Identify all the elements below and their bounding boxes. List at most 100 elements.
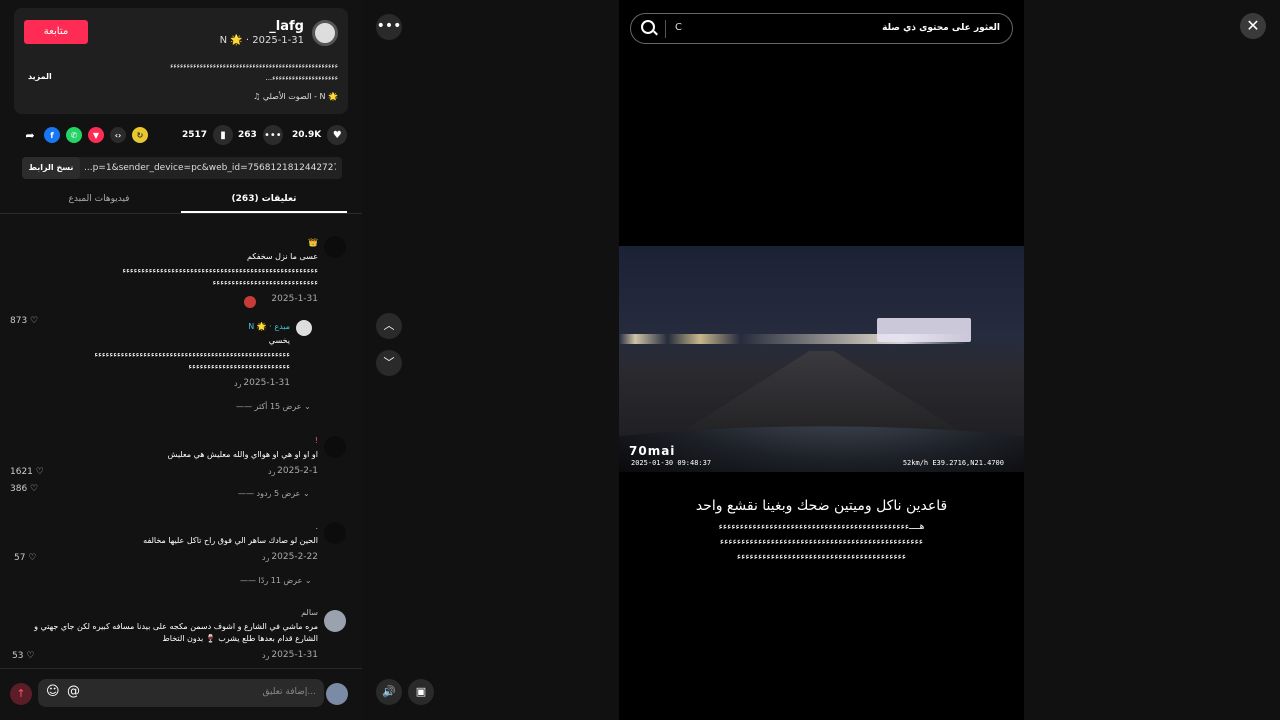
reply-button[interactable]: رد [234, 379, 241, 388]
comment-text: الشارع قدام بعدها طلع يشرب 🍷 بدون التخاط [162, 634, 318, 643]
details-panel: متابعة _lafg N 🌟 · 2025-1-31 ءءءءءءءءءءء… [0, 0, 362, 720]
reply-date: 2025-1-31 [243, 378, 290, 388]
emoji-icon[interactable]: ☺ [46, 684, 60, 699]
comment-composer: ↑ ☺ @ إضافة تعليق... [0, 668, 362, 720]
close-icon[interactable]: ✕ [1240, 13, 1266, 39]
comment-item: . الحين لو صادك ساهر الي فوق راح تاكل عل… [0, 522, 362, 582]
dashcam-speed-coords: 52km/h E39.2716,N21.4700 [902, 459, 1004, 467]
copy-link-button[interactable]: نسخ الرابط [22, 157, 80, 179]
reply-author[interactable]: N 🌟 · مبدع [248, 322, 290, 331]
search-divider [665, 20, 666, 38]
commenter-name[interactable]: ! [315, 436, 318, 445]
comment-input[interactable]: ☺ @ إضافة تعليق... [38, 679, 324, 707]
view-more-label: عرض 11 ردًا [258, 576, 303, 585]
comment-item: 👑 عسى ما نزل سخفكم ءءءءءءءءءءءءءءءءءءءءء… [0, 236, 362, 326]
comment-text: عسى ما نزل سخفكم [246, 252, 318, 261]
reply-button[interactable]: رد [268, 467, 275, 476]
mention-icon[interactable]: @ [67, 684, 80, 699]
next-video-button[interactable]: ﹀ [376, 350, 402, 376]
heart-icon[interactable]: ♥ [327, 125, 348, 145]
facebook-icon[interactable]: f [44, 127, 60, 143]
bookmark-count: 2517 [182, 130, 208, 140]
reply-text: ءءءءءءءءءءءءءءءءءءءءءءءءءءء [188, 362, 291, 371]
search-input[interactable]: C [675, 22, 682, 33]
search-placeholder: العثور على محتوى ذي صلة [882, 23, 1000, 33]
tab-comments[interactable]: تعليقات (263) [181, 189, 347, 213]
follow-button[interactable]: متابعة [24, 20, 88, 44]
like-action[interactable]: 20.9K ♥ [292, 124, 348, 146]
view-more-replies[interactable]: —— عرض 11 ردًا ⌄ [240, 576, 312, 585]
dashcam-timestamp: 2025-01-30 09:48:37 [631, 459, 712, 467]
reply-button[interactable]: رد [262, 553, 269, 562]
comment-text: او او او هي او هوااي والله معليش هي معلي… [167, 450, 318, 459]
comment-date: 2025-1-31 [271, 650, 318, 660]
volume-icon[interactable]: 🔊 [376, 679, 402, 705]
repost-icon[interactable]: ↻ [132, 127, 148, 143]
video-frame[interactable]: 70mai 2025-01-30 09:48:37 52km/h E39.271… [619, 246, 1024, 472]
overlay-title: قاعدين ناكل وميتين ضحك وبغينا نقشع واحد [695, 498, 948, 514]
view-more-label: عرض 15 أكثر [254, 402, 302, 411]
commenter-name[interactable]: سالم [301, 608, 318, 617]
commenter-avatar[interactable] [324, 236, 346, 258]
bookmark-action[interactable]: 2517 ▮ [182, 124, 234, 146]
comment-likes: 57 [14, 553, 26, 563]
comment-action[interactable]: 263 ••• [238, 124, 283, 146]
comment-date: 2025-2-1 [277, 466, 318, 476]
comment-like-count[interactable]: 57 ♡ [14, 553, 36, 563]
more-options-button[interactable]: ••• [376, 14, 402, 40]
dashcam-brand: 70mai [629, 444, 676, 458]
commenter-avatar[interactable] [324, 522, 346, 544]
comment-like-count[interactable]: 1621 ♡ [10, 467, 44, 477]
commenter-name[interactable]: 👑 [308, 238, 318, 247]
original-sound-link[interactable]: ♫ الصوت الأصلي - N 🌟 [253, 92, 338, 101]
comment-list: 👑 عسى ما نزل سخفكم ءءءءءءءءءءءءءءءءءءءءء… [0, 216, 362, 668]
reply-item: N 🌟 · مبدع يخسي ءءءءءءءءءءءءءءءءءءءءءءءء… [0, 320, 362, 494]
previous-video-button[interactable]: ︿ [376, 313, 402, 339]
whatsapp-icon[interactable]: ✆ [66, 127, 82, 143]
panel-tabs: فيديوهات المبدع تعليقات (263) [0, 189, 362, 214]
comment-likes: 53 [12, 651, 24, 661]
lit-building [877, 318, 971, 342]
reply-button[interactable]: رد [262, 651, 269, 660]
comment-icon[interactable]: ••• [262, 125, 283, 145]
creator-avatar[interactable] [312, 20, 338, 46]
commenter-avatar[interactable] [324, 436, 346, 458]
comment-count: 263 [238, 130, 257, 140]
view-more-label: عرض 5 ردود [256, 489, 301, 498]
caption-line: ءءءءءءءءءءءءءءءءءءءءءءءءءءءءءءءءءءءءءءءء… [170, 62, 338, 70]
share-url[interactable]: ...p=1&sender_device=pc&web_id=756812181… [84, 157, 336, 179]
commenter-name[interactable]: . [315, 522, 318, 531]
comment-text: ءءءءءءءءءءءءءءءءءءءءءءءءءءءء [212, 278, 319, 287]
user-avatar[interactable] [326, 683, 348, 705]
share-arrow-icon[interactable]: ➦ [22, 127, 38, 143]
related-search-bar[interactable]: C العثور على محتوى ذي صلة [630, 13, 1013, 44]
share-link-row: نسخ الرابط ...p=1&sender_device=pc&web_i… [22, 157, 342, 179]
caption-line: ...ءءءءءءءءءءءءءءءءءءءء [265, 74, 338, 82]
search-icon[interactable] [641, 20, 655, 34]
creator-liked-badge-icon [244, 296, 256, 308]
video-caption: ءءءءءءءءءءءءءءءءءءءءءءءءءءءءءءءءءءءءءءءء… [24, 60, 338, 84]
bookmark-icon[interactable]: ▮ [213, 125, 234, 145]
video-text-overlay: قاعدين ناكل وميتين ضحك وبغينا نقشع واحد … [630, 498, 1013, 565]
see-more-link[interactable]: المزيد [28, 72, 52, 81]
comment-item: سالم مره ماشي في الشارع و اشوف دسمن مكجه… [0, 608, 362, 668]
overlay-line: ءءءءءءءءءءءءءءءءءءءءءءءءءءءءءءءءءءءءءءءء [736, 552, 907, 562]
embed-icon[interactable]: ‹› [110, 127, 126, 143]
creator-meta: N 🌟 · 2025-1-31 [219, 35, 304, 46]
send-to-friend-icon[interactable]: ▼ [88, 127, 104, 143]
reply-avatar[interactable] [296, 320, 312, 336]
share-icons: ➦ f ✆ ▼ ‹› ↻ [22, 124, 148, 146]
send-comment-button[interactable]: ↑ [10, 683, 32, 705]
creator-name[interactable]: _lafg [269, 19, 304, 34]
view-more-replies[interactable]: —— عرض 5 ردود ⌄ [238, 489, 310, 498]
comment-text: الحين لو صادك ساهر الي فوق راح تاكل عليه… [143, 536, 318, 545]
comment-date: 2025-2-22 [271, 552, 318, 562]
tab-creator-videos[interactable]: فيديوهات المبدع [16, 189, 182, 213]
comment-like-count[interactable]: 53 ♡ [12, 651, 34, 661]
view-more-replies[interactable]: —— عرض 15 أكثر ⌄ [236, 402, 311, 411]
commenter-avatar[interactable] [324, 610, 346, 632]
picture-in-picture-icon[interactable]: ▣ [408, 679, 434, 705]
overlay-line: ءءءءءءءءءءءءءءءءءءءءءءءءءءءءءءءءءءءءءءءء… [719, 537, 924, 547]
like-count: 20.9K [292, 130, 322, 140]
comment-item: ! او او او هي او هوااي والله معليش هي مع… [0, 436, 362, 496]
